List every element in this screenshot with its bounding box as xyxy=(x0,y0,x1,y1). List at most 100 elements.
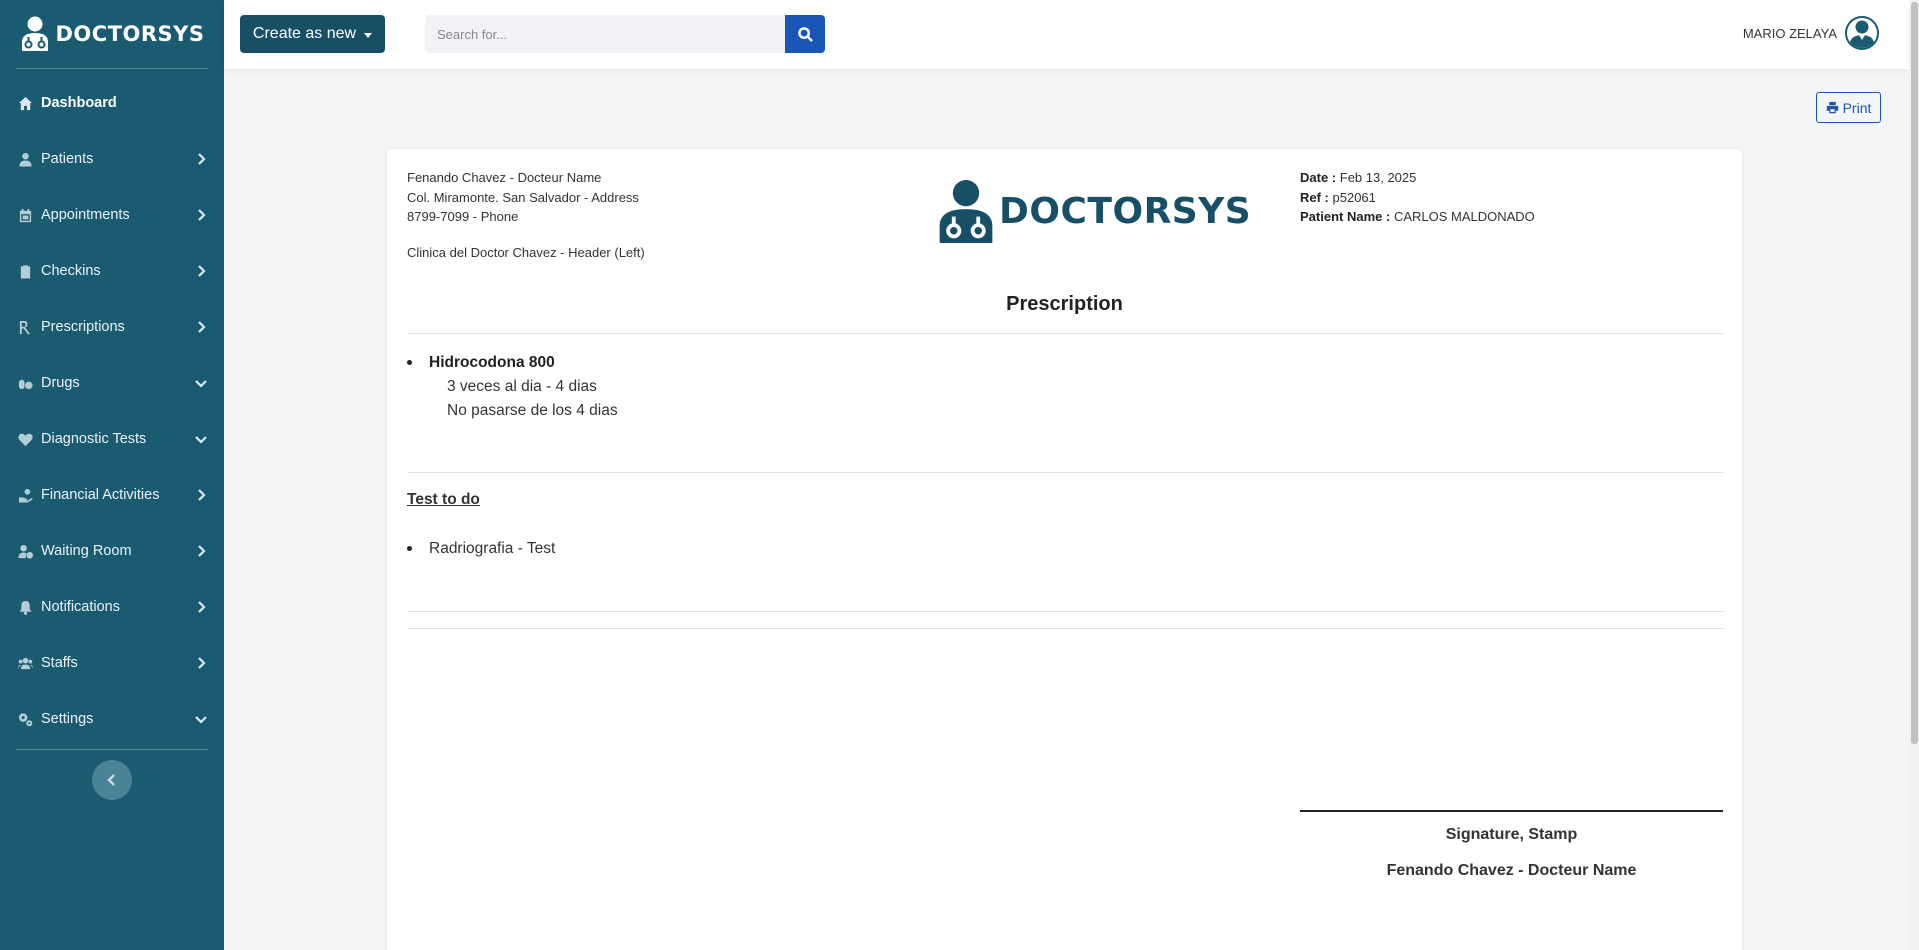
sidebar-item-appointments[interactable]: Appointments xyxy=(0,187,224,243)
sidebar-item-staffs[interactable]: Staffs xyxy=(0,635,224,691)
user-menu[interactable]: MARIO ZELAYA xyxy=(1743,16,1879,50)
ref-label: Ref : xyxy=(1300,189,1329,205)
sidebar-nav: Dashboard Patients Appointments Checkins… xyxy=(0,69,224,747)
hand-money-icon xyxy=(16,486,34,504)
cogs-icon xyxy=(16,710,34,728)
document-logo-text: DOCTORSYS xyxy=(999,190,1252,232)
doctor-icon xyxy=(939,179,993,243)
clipboard-icon xyxy=(16,262,34,280)
chevron-right-icon xyxy=(194,208,208,222)
home-icon xyxy=(16,94,34,112)
sidebar-item-label: Prescriptions xyxy=(41,319,125,335)
chevron-down-icon xyxy=(194,712,208,726)
calendar-icon xyxy=(16,206,34,224)
header-left-text: Clinica del Doctor Chavez - Header (Left… xyxy=(407,244,645,260)
doctor-name: Fenando Chavez - Docteur Name xyxy=(407,170,602,185)
sidebar: DOCTORSYS Dashboard Patients Appointment… xyxy=(0,0,224,950)
divider xyxy=(407,611,1723,612)
pills-icon xyxy=(16,374,34,392)
sidebar-item-label: Settings xyxy=(41,711,94,727)
date-row: Date : Feb 13, 2025 xyxy=(1300,168,1535,188)
doctor-address: Col. Miramonte. San Salvador - Address xyxy=(407,189,639,205)
print-icon xyxy=(1826,101,1838,114)
brand-name: DOCTORSYS xyxy=(55,22,205,46)
doctor-info: Fenando Chavez - Docteur Name Col. Miram… xyxy=(407,168,645,262)
search-icon xyxy=(797,26,813,42)
sidebar-item-diagnostic-tests[interactable]: Diagnostic Tests xyxy=(0,411,224,467)
sidebar-item-label: Appointments xyxy=(41,207,130,223)
print-label: Print xyxy=(1842,99,1872,116)
scrollbar-thumb[interactable] xyxy=(1911,2,1918,744)
drug-name: Hidrocodona 800 xyxy=(429,354,555,371)
brand-logo[interactable]: DOCTORSYS xyxy=(16,0,208,69)
sidebar-item-financial-activities[interactable]: Financial Activities xyxy=(0,467,224,523)
document-logo: DOCTORSYS xyxy=(937,179,1251,243)
sidebar-item-waiting-room[interactable]: Waiting Room xyxy=(0,523,224,579)
bell-icon xyxy=(16,598,34,616)
chevron-right-icon xyxy=(194,656,208,670)
heartbeat-icon xyxy=(16,430,34,448)
doctor-phone: 8799-7099 - Phone xyxy=(407,209,519,224)
date-label: Date : xyxy=(1300,170,1337,185)
sidebar-item-label: Dashboard xyxy=(41,95,117,111)
sidebar-item-label: Diagnostic Tests xyxy=(41,431,147,447)
print-button[interactable]: Print xyxy=(1816,92,1881,123)
sidebar-item-drugs[interactable]: Drugs xyxy=(0,355,224,411)
chevron-right-icon xyxy=(194,544,208,558)
doctor-icon xyxy=(21,16,48,51)
divider xyxy=(407,628,1723,629)
divider xyxy=(407,472,1723,473)
sidebar-item-patients[interactable]: Patients xyxy=(0,131,224,187)
sidebar-item-settings[interactable]: Settings xyxy=(0,691,224,747)
sidebar-item-label: Notifications xyxy=(41,599,120,615)
test-name: Radriografia - Test xyxy=(429,540,556,557)
list-item: Hidrocodona 800 3 veces al dia - 4 dias … xyxy=(407,351,618,423)
patient-label: Patient Name : xyxy=(1300,209,1391,224)
page-title: Prescription xyxy=(1006,293,1123,315)
signature-name: Fenando Chavez - Docteur Name xyxy=(1386,862,1637,879)
users-icon xyxy=(16,654,34,672)
sidebar-item-label: Waiting Room xyxy=(41,543,132,559)
user-avatar-icon xyxy=(1849,20,1875,48)
chevron-right-icon xyxy=(194,600,208,614)
patient-row: Patient Name : CARLOS MALDONADO xyxy=(1300,207,1535,227)
sidebar-item-dashboard[interactable]: Dashboard xyxy=(0,75,224,131)
bullet-icon xyxy=(407,360,412,365)
page-scrollbar[interactable] xyxy=(1909,0,1919,950)
prescription-meta: Date : Feb 13, 2025 Ref : p52061 Patient… xyxy=(1300,168,1535,227)
search-bar xyxy=(425,15,825,53)
chevron-right-icon xyxy=(194,152,208,166)
sidebar-item-label: Staffs xyxy=(41,655,78,671)
user-clock-icon xyxy=(16,542,34,560)
list-item: Radriografia - Test xyxy=(407,537,556,561)
ref-value: p52061 xyxy=(1332,189,1376,205)
sidebar-item-label: Checkins xyxy=(41,263,101,279)
signature-label: Signature, Stamp xyxy=(1445,826,1578,843)
search-input[interactable] xyxy=(425,15,785,53)
drug-dosage: 3 veces al dia - 4 dias xyxy=(447,378,597,395)
chevron-down-icon xyxy=(194,432,208,446)
sidebar-item-prescriptions[interactable]: Prescriptions xyxy=(0,299,224,355)
sidebar-item-label: Financial Activities xyxy=(41,487,160,503)
caret-down-icon xyxy=(364,32,373,38)
bullet-icon xyxy=(407,546,412,551)
divider xyxy=(407,333,1723,334)
user-name: MARIO ZELAYA xyxy=(1742,25,1837,41)
sidebar-item-label: Patients xyxy=(41,151,94,167)
sidebar-divider xyxy=(16,749,208,750)
sidebar-collapse-button[interactable] xyxy=(92,760,132,800)
drug-note: No pasarse de los 4 dias xyxy=(447,402,618,419)
user-icon xyxy=(16,150,34,168)
avatar xyxy=(1845,16,1879,50)
tests-title: Test to do xyxy=(407,491,480,508)
date-value: Feb 13, 2025 xyxy=(1339,170,1417,185)
search-button[interactable] xyxy=(785,15,825,53)
drug-list: Hidrocodona 800 3 veces al dia - 4 dias … xyxy=(407,351,618,423)
sidebar-item-notifications[interactable]: Notifications xyxy=(0,579,224,635)
create-as-new-button[interactable]: Create as new xyxy=(240,15,385,53)
sidebar-item-label: Drugs xyxy=(41,375,80,391)
sidebar-item-checkins[interactable]: Checkins xyxy=(0,243,224,299)
topbar: Create as new MARIO ZELAYA xyxy=(224,0,1909,69)
prescription-document: Fenando Chavez - Docteur Name Col. Miram… xyxy=(387,149,1742,950)
patient-value: CARLOS MALDONADO xyxy=(1393,209,1535,224)
